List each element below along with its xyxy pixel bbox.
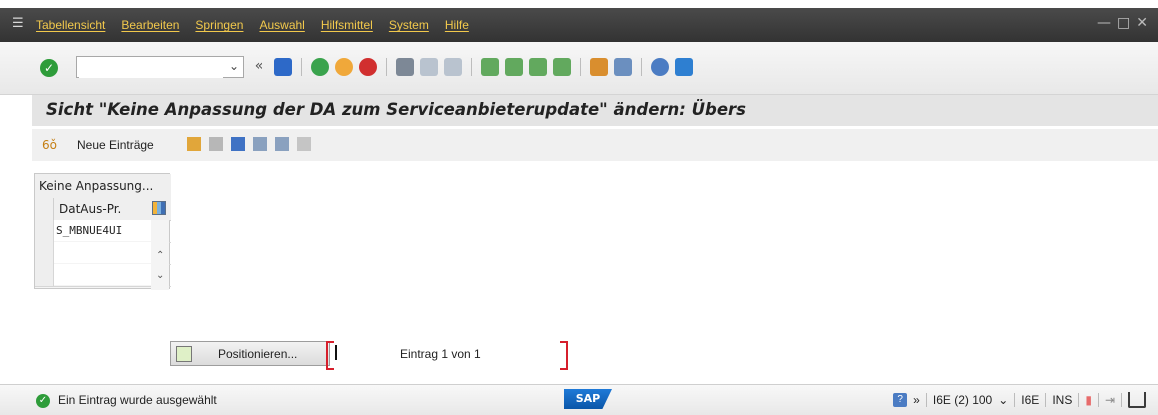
command-input[interactable] bbox=[79, 58, 223, 78]
menu-springen[interactable]: Springen bbox=[195, 18, 243, 32]
success-icon: ✓ bbox=[36, 394, 50, 408]
application-toolbar: 6ǒ Neue Einträge bbox=[32, 129, 1158, 161]
insert-mode[interactable]: INS bbox=[1052, 393, 1072, 407]
menu-bar: ☰ Tabellensicht Bearbeiten Springen Ausw… bbox=[0, 8, 1158, 42]
find-next-icon[interactable] bbox=[444, 58, 462, 76]
row-selector[interactable] bbox=[35, 264, 54, 286]
help-icon[interactable]: ? bbox=[893, 393, 908, 407]
separator bbox=[471, 58, 472, 76]
chevron-down-icon[interactable]: ⌄ bbox=[229, 59, 239, 73]
cancel-icon[interactable] bbox=[359, 58, 377, 76]
first-page-icon[interactable] bbox=[481, 58, 499, 76]
back-icon[interactable] bbox=[311, 58, 329, 76]
table-control: Keine Anpassung... DatAus-Pr. S_MBNUE4UI… bbox=[34, 173, 171, 290]
focus-bracket-right bbox=[560, 341, 568, 370]
select-all-cell[interactable] bbox=[35, 198, 54, 220]
separator bbox=[1078, 393, 1080, 407]
row-selector[interactable] bbox=[35, 220, 54, 242]
separator bbox=[925, 393, 927, 407]
table-scrollbar[interactable]: ⌃ ⌄ bbox=[151, 220, 169, 290]
previous-page-icon[interactable] bbox=[505, 58, 523, 76]
session-info[interactable]: I6E (2) 100 bbox=[933, 393, 992, 407]
separator bbox=[1121, 393, 1122, 407]
copy-icon[interactable] bbox=[187, 137, 201, 151]
separator bbox=[1097, 393, 1099, 407]
menu-items: Tabellensicht Bearbeiten Springen Auswah… bbox=[36, 8, 469, 42]
separator bbox=[386, 58, 387, 76]
system-name: I6E bbox=[1021, 393, 1040, 407]
deselect-all-icon[interactable] bbox=[297, 137, 311, 151]
menu-tabellensicht[interactable]: Tabellensicht bbox=[36, 18, 105, 32]
menu-hilfe[interactable]: Hilfe bbox=[445, 18, 469, 32]
sap-logo: SAP bbox=[564, 389, 612, 409]
new-window-icon[interactable] bbox=[590, 58, 608, 76]
chevron-down-icon[interactable]: ⌄ bbox=[156, 270, 164, 281]
last-page-icon[interactable] bbox=[553, 58, 571, 76]
table-settings-icon[interactable] bbox=[152, 201, 166, 215]
system-info: ? » I6E (2) 100 ⌄ I6E INS ▮ ⇥ bbox=[893, 392, 1146, 408]
tab-icon[interactable]: ⇥ bbox=[1105, 393, 1115, 407]
select-all-icon[interactable] bbox=[253, 137, 267, 151]
separator bbox=[580, 58, 581, 76]
chevron-down-icon[interactable]: ⌄ bbox=[998, 393, 1008, 407]
table-cell[interactable]: S_MBNUE4UI bbox=[54, 220, 153, 241]
lock-icon[interactable] bbox=[1128, 392, 1146, 408]
menu-bearbeiten[interactable]: Bearbeiten bbox=[121, 18, 179, 32]
menu-hilfsmittel[interactable]: Hilfsmittel bbox=[321, 18, 373, 32]
column-header-label[interactable]: DatAus-Pr. bbox=[59, 202, 121, 216]
position-icon bbox=[176, 345, 192, 362]
traffic-light-icon[interactable]: ▮ bbox=[1085, 393, 1092, 407]
menu-auswahl[interactable]: Auswahl bbox=[259, 18, 304, 32]
command-field[interactable]: ⌄ bbox=[76, 56, 244, 78]
save-icon[interactable] bbox=[274, 58, 292, 76]
table-cell[interactable] bbox=[54, 264, 153, 285]
column-header: DatAus-Pr. bbox=[35, 198, 171, 221]
maximize-icon[interactable]: □ bbox=[1117, 15, 1130, 31]
table-title: Keine Anpassung... bbox=[35, 174, 171, 199]
select-block-icon[interactable] bbox=[275, 137, 289, 151]
status-bar: ✓ Ein Eintrag wurde ausgewählt SAP ? » I… bbox=[0, 384, 1158, 415]
focus-bracket-left bbox=[326, 341, 334, 370]
row-selector[interactable] bbox=[35, 242, 54, 264]
page-title: Sicht "Keine Anpassung der DA zum Servic… bbox=[46, 100, 746, 119]
separator bbox=[1045, 393, 1047, 407]
enter-button[interactable]: ✓ bbox=[40, 59, 58, 77]
print-icon[interactable] bbox=[396, 58, 414, 76]
standard-toolbar: ✓ ⌄ « bbox=[0, 42, 1158, 95]
status-message: Ein Eintrag wurde ausgewählt bbox=[58, 393, 217, 407]
close-icon[interactable]: ✕ bbox=[1136, 15, 1148, 31]
separator bbox=[301, 58, 302, 76]
table-cell[interactable] bbox=[54, 242, 153, 263]
entry-count: Eintrag 1 von 1 bbox=[400, 347, 481, 361]
display-change-icon[interactable]: 6ǒ bbox=[42, 138, 57, 152]
find-icon[interactable] bbox=[420, 58, 438, 76]
app-toolbar-icons bbox=[187, 137, 311, 151]
position-button-label: Positionieren... bbox=[218, 346, 298, 361]
next-page-icon[interactable] bbox=[529, 58, 547, 76]
menu-system[interactable]: System bbox=[389, 18, 429, 32]
expand-status-icon[interactable]: » bbox=[913, 393, 920, 407]
undo-icon[interactable] bbox=[231, 137, 245, 151]
window-controls: — □ ✕ bbox=[1097, 15, 1148, 31]
position-button[interactable]: Positionieren... bbox=[170, 341, 330, 366]
menu-icon[interactable]: ☰ bbox=[12, 16, 28, 31]
double-left-icon[interactable]: « bbox=[250, 58, 268, 76]
separator bbox=[1014, 393, 1016, 407]
minimize-icon[interactable]: — bbox=[1097, 15, 1111, 31]
customize-layout-icon[interactable] bbox=[675, 58, 693, 76]
help-icon[interactable] bbox=[651, 58, 669, 76]
separator bbox=[641, 58, 642, 76]
screen-title-bar: Sicht "Keine Anpassung der DA zum Servic… bbox=[32, 95, 1158, 126]
text-cursor bbox=[335, 345, 337, 360]
delete-icon[interactable] bbox=[209, 137, 223, 151]
chevron-up-icon[interactable]: ⌃ bbox=[156, 250, 164, 261]
exit-icon[interactable] bbox=[335, 58, 353, 76]
shortcut-icon[interactable] bbox=[614, 58, 632, 76]
toolbar-icons: « bbox=[250, 56, 693, 78]
window-caption-strip: · bbox=[0, 0, 1158, 8]
new-entries-button[interactable]: Neue Einträge bbox=[77, 138, 154, 152]
